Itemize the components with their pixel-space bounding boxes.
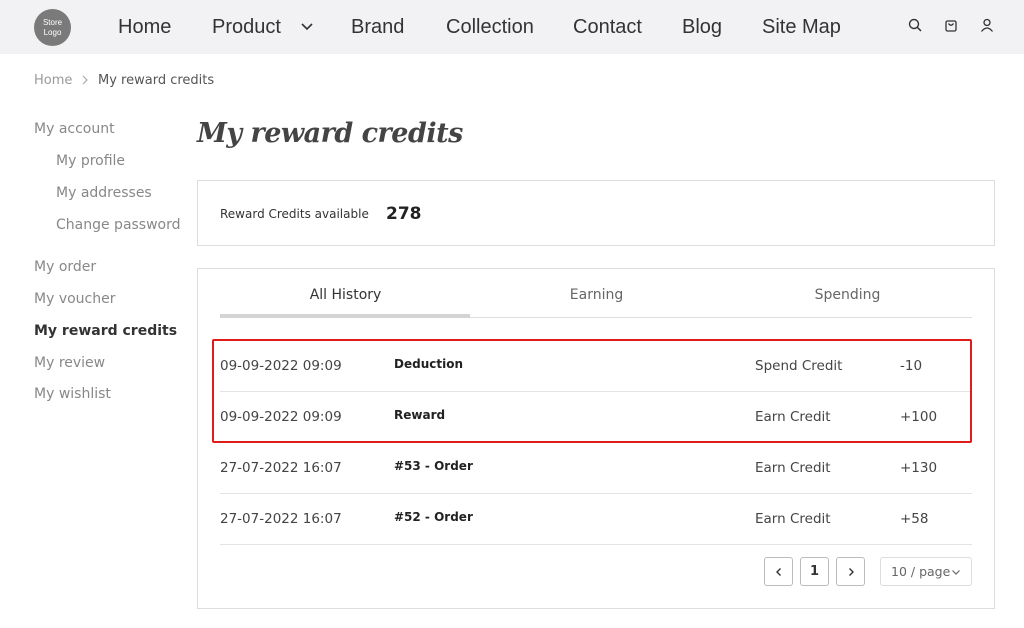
nav-contact[interactable]: Contact <box>573 14 642 40</box>
row-date: 09-09-2022 09:09 <box>220 358 342 374</box>
nav-brand[interactable]: Brand <box>351 14 404 40</box>
table-row: 27-07-2022 16:07 #53 - Order Earn Credit… <box>220 443 972 494</box>
next-page-button[interactable] <box>836 557 865 586</box>
user-icon[interactable] <box>979 17 995 33</box>
page-size-select[interactable]: 10 / page <box>880 557 972 586</box>
cart-icon[interactable] <box>943 17 959 33</box>
row-amount: +130 <box>900 460 938 476</box>
row-amount: +100 <box>900 409 938 425</box>
page-size-label: 10 / page <box>891 564 951 579</box>
row-amount: +58 <box>900 511 929 527</box>
row-type: Spend Credit <box>755 358 843 374</box>
row-date: 27-07-2022 16:07 <box>220 460 342 476</box>
chevron-right-icon <box>848 567 854 576</box>
credits-summary: Reward Credits available 278 <box>197 180 995 246</box>
store-logo[interactable]: Store Logo <box>34 9 71 46</box>
tab-spending[interactable]: Spending <box>722 285 973 305</box>
sidebar-item-my-account[interactable]: My account <box>34 119 115 139</box>
history-panel: All History Earning Spending 09-09-2022 … <box>197 268 995 609</box>
chevron-left-icon <box>775 567 781 576</box>
row-type: Earn Credit <box>755 409 831 425</box>
nav-collection[interactable]: Collection <box>446 14 534 40</box>
site-header: Store Logo Home Product Brand Collection… <box>0 0 1024 54</box>
store-logo-text: Store Logo <box>42 17 63 37</box>
tab-earning[interactable]: Earning <box>471 285 722 305</box>
sidebar-item-my-wishlist[interactable]: My wishlist <box>34 384 111 404</box>
row-date: 27-07-2022 16:07 <box>220 511 342 527</box>
nav-home[interactable]: Home <box>118 14 171 40</box>
row-description: Deduction <box>394 357 463 371</box>
row-type: Earn Credit <box>755 511 831 527</box>
sidebar-item-change-password[interactable]: Change password <box>56 215 181 235</box>
breadcrumb-current: My reward credits <box>98 73 215 88</box>
credits-value: 278 <box>386 204 422 224</box>
sidebar-item-my-voucher[interactable]: My voucher <box>34 289 115 309</box>
sidebar-item-my-addresses[interactable]: My addresses <box>56 183 152 203</box>
row-type: Earn Credit <box>755 460 831 476</box>
page-title: My reward credits <box>197 118 463 149</box>
breadcrumb-home[interactable]: Home <box>34 72 72 90</box>
sidebar-item-my-profile[interactable]: My profile <box>56 151 125 171</box>
page-number-button[interactable]: 1 <box>800 557 829 586</box>
row-description: Reward <box>394 408 446 422</box>
sidebar-item-my-review[interactable]: My review <box>34 353 105 373</box>
nav-site-map[interactable]: Site Map <box>762 14 841 40</box>
credits-label: Reward Credits available <box>220 207 369 221</box>
table-row: 27-07-2022 16:07 #52 - Order Earn Credit… <box>220 494 972 545</box>
prev-page-button[interactable] <box>764 557 793 586</box>
sidebar-item-my-reward-credits[interactable]: My reward credits <box>34 321 177 341</box>
nav-blog[interactable]: Blog <box>682 14 722 40</box>
table-row: 09-09-2022 09:09 Deduction Spend Credit … <box>220 341 972 392</box>
row-date: 09-09-2022 09:09 <box>220 409 342 425</box>
chevron-down-icon[interactable] <box>299 18 315 34</box>
page-number: 1 <box>809 564 820 579</box>
sidebar-item-my-order[interactable]: My order <box>34 257 96 277</box>
chevron-right-icon <box>82 75 88 85</box>
active-tab-indicator <box>220 314 470 318</box>
row-description: #52 - Order <box>394 510 473 524</box>
search-icon[interactable] <box>907 17 923 33</box>
tab-all-history[interactable]: All History <box>220 285 471 305</box>
table-row: 09-09-2022 09:09 Reward Earn Credit +100 <box>220 392 972 443</box>
row-amount: -10 <box>900 358 923 374</box>
chevron-down-icon <box>952 570 960 575</box>
nav-product[interactable]: Product <box>212 14 281 40</box>
row-description: #53 - Order <box>394 459 473 473</box>
